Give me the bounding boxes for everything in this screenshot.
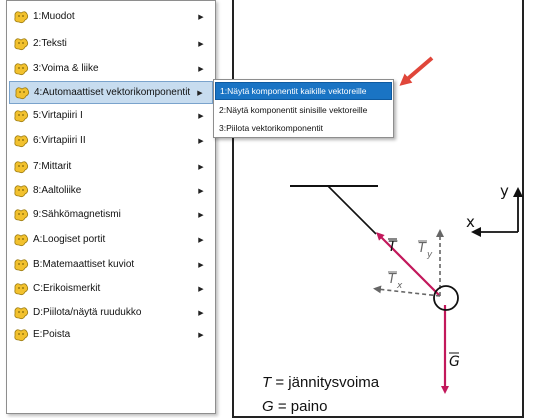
menu-item-auto-vector-components[interactable]: 4:Automaattiset vektorikomponentit ▶ bbox=[9, 81, 213, 104]
component-ty-sub: y bbox=[426, 250, 433, 260]
menu-item-label: C:Erikoismerkit bbox=[33, 283, 101, 294]
menu-item-electromagnetism[interactable]: 9:Sähkömagnetismi ▶ bbox=[9, 203, 213, 226]
sticker-icon bbox=[14, 10, 29, 23]
legend-tension-symbol: T bbox=[262, 374, 272, 391]
annotation-arrow bbox=[399, 56, 434, 86]
submenu-arrow-icon: ▶ bbox=[197, 89, 203, 97]
submenu-arrow-icon: ▶ bbox=[198, 285, 204, 293]
vector-g-label: G bbox=[449, 354, 460, 370]
sticker-icon bbox=[14, 134, 29, 147]
sticker-icon bbox=[14, 37, 29, 50]
sticker-icon bbox=[14, 306, 29, 319]
submenu-arrow-icon: ▶ bbox=[198, 163, 204, 171]
menu-item-label: E:Poista bbox=[33, 329, 71, 340]
sticker-icon bbox=[14, 62, 29, 75]
sticker-icon bbox=[14, 233, 29, 246]
submenu-arrow-icon: ▶ bbox=[198, 137, 204, 145]
submenu-arrow-icon: ▶ bbox=[198, 40, 204, 48]
vector-components-submenu: 1:Näytä komponentit kaikille vektoreille… bbox=[213, 79, 394, 138]
menu-item-logic-gates[interactable]: A:Loogiset portit ▶ bbox=[9, 228, 213, 251]
menu-item-circuit-1[interactable]: 5:Virtapiiri I ▶ bbox=[9, 104, 213, 127]
menu-item-delete[interactable]: E:Poista ▶ bbox=[9, 323, 213, 346]
submenu-item-hide[interactable]: 3:Piilota vektorikomponentit bbox=[215, 119, 392, 137]
menu-item-special-characters[interactable]: C:Erikoismerkit ▶ bbox=[9, 277, 213, 300]
submenu-arrow-icon: ▶ bbox=[198, 211, 204, 219]
sticker-icon bbox=[15, 86, 30, 99]
menu-item-circuit-2[interactable]: 6:Virtapiiri II ▶ bbox=[9, 129, 213, 152]
menu-item-label: 4:Automaattiset vektorikomponentit bbox=[34, 87, 191, 98]
menu-item-label: 1:Muodot bbox=[33, 11, 75, 22]
menu-item-label: D:Piilota/näytä ruudukko bbox=[33, 307, 142, 318]
sticker-icon bbox=[14, 160, 29, 173]
menu-item-force-motion[interactable]: 3:Voima & liike ▶ bbox=[9, 57, 213, 80]
menu-item-label: 2:Teksti bbox=[33, 38, 67, 49]
legend-tension-text: = jännitysvoima bbox=[271, 374, 380, 391]
submenu-arrow-icon: ▶ bbox=[198, 236, 204, 244]
legend-weight-text: = paino bbox=[273, 398, 328, 415]
sticker-icon bbox=[14, 109, 29, 122]
component-tx-sub: x bbox=[396, 281, 403, 291]
sticker-icon bbox=[14, 184, 29, 197]
submenu-item-label: 1:Näytä komponentit kaikille vektoreille bbox=[220, 86, 367, 96]
tension-x-component bbox=[373, 285, 441, 297]
component-tx-label: T bbox=[388, 272, 397, 287]
menu-item-label: 3:Voima & liike bbox=[33, 63, 99, 74]
legend-weight-symbol: G bbox=[262, 398, 274, 415]
submenu-arrow-icon: ▶ bbox=[198, 331, 204, 339]
submenu-arrow-icon: ▶ bbox=[198, 112, 204, 120]
submenu-arrow-icon: ▶ bbox=[198, 261, 204, 269]
app-screen: x y T T y T x G T = jännitysvoima G = pa… bbox=[0, 0, 538, 418]
submenu-arrow-icon: ▶ bbox=[198, 13, 204, 21]
menu-item-waves[interactable]: 8:Aaltoliike ▶ bbox=[9, 179, 213, 202]
menu-item-label: 8:Aaltoliike bbox=[33, 185, 82, 196]
menu-item-label: B:Matemaattiset kuviot bbox=[33, 259, 135, 270]
submenu-item-label: 2:Näytä komponentit sinisille vektoreill… bbox=[219, 105, 368, 115]
menu-item-label: 5:Virtapiiri I bbox=[33, 110, 83, 121]
menu-item-label: 7:Mittarit bbox=[33, 161, 72, 172]
menu-item-toggle-grid[interactable]: D:Piilota/näytä ruudukko ▶ bbox=[9, 301, 213, 324]
legend-weight: G = paino bbox=[262, 398, 327, 415]
menu-item-meters[interactable]: 7:Mittarit ▶ bbox=[9, 155, 213, 178]
submenu-arrow-icon: ▶ bbox=[198, 65, 204, 73]
menu-item-shapes[interactable]: 1:Muodot ▶ bbox=[9, 5, 213, 28]
sticker-icon bbox=[14, 258, 29, 271]
rope-line bbox=[327, 185, 377, 235]
axis-y-label: y bbox=[500, 182, 509, 200]
menu-item-label: 6:Virtapiiri II bbox=[33, 135, 86, 146]
vector-t-label: T bbox=[388, 239, 398, 255]
menu-item-text[interactable]: 2:Teksti ▶ bbox=[9, 32, 213, 55]
component-ty-label: T bbox=[418, 241, 427, 256]
context-menu: 1:Muodot ▶ 2:Teksti ▶ 3:Voima & liike ▶ … bbox=[6, 0, 216, 414]
sticker-icon bbox=[14, 328, 29, 341]
submenu-item-show-all[interactable]: 1:Näytä komponentit kaikille vektoreille bbox=[215, 82, 392, 100]
menu-item-math-figures[interactable]: B:Matemaattiset kuviot ▶ bbox=[9, 253, 213, 276]
menu-item-label: 9:Sähkömagnetismi bbox=[33, 209, 121, 220]
submenu-item-show-blue[interactable]: 2:Näytä komponentit sinisille vektoreill… bbox=[215, 101, 392, 119]
legend-tension: T = jännitysvoima bbox=[262, 374, 379, 391]
sticker-icon bbox=[14, 208, 29, 221]
submenu-arrow-icon: ▶ bbox=[198, 309, 204, 317]
sticker-icon bbox=[14, 282, 29, 295]
submenu-arrow-icon: ▶ bbox=[198, 187, 204, 195]
menu-item-label: A:Loogiset portit bbox=[33, 234, 106, 245]
submenu-item-label: 3:Piilota vektorikomponentit bbox=[219, 123, 323, 133]
axis-x-label: x bbox=[466, 213, 475, 231]
